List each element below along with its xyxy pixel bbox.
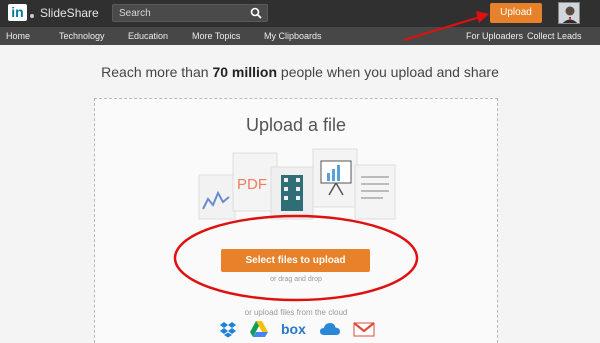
logo-dot-icon xyxy=(30,14,34,18)
document-file-icon xyxy=(354,164,396,220)
linkedin-logo[interactable]: in xyxy=(8,4,27,21)
brand-name[interactable]: SlideShare xyxy=(40,6,99,20)
nav-my-clipboards[interactable]: My Clipboards xyxy=(264,27,322,45)
nav-bar: Home Technology Education More Topics My… xyxy=(0,27,600,45)
box-label: box xyxy=(281,321,306,337)
upload-title: Upload a file xyxy=(245,115,347,135)
headline-text-end: people when you upload and share xyxy=(277,64,499,80)
file-types-illustration: PDF xyxy=(198,148,396,220)
upload-button[interactable]: Upload xyxy=(490,3,542,23)
avatar[interactable] xyxy=(558,2,580,24)
nav-home[interactable]: Home xyxy=(6,27,30,45)
top-bar: in SlideShare Upload xyxy=(0,0,600,27)
onedrive-icon[interactable] xyxy=(319,320,341,338)
nav-education[interactable]: Education xyxy=(128,27,168,45)
upload-dropzone[interactable]: Upload a file PDF Select files to upload… xyxy=(94,98,498,343)
pdf-label: PDF xyxy=(237,176,267,193)
nav-collect-leads[interactable]: Collect Leads xyxy=(527,27,582,45)
pdf-file-icon: PDF xyxy=(232,152,278,212)
gmail-icon[interactable] xyxy=(353,320,375,338)
nav-more-topics[interactable]: More Topics xyxy=(192,27,240,45)
presentation-file-icon xyxy=(312,148,358,208)
select-files-button[interactable]: Select files to upload xyxy=(221,249,370,272)
nav-for-uploaders[interactable]: For Uploaders xyxy=(466,27,523,45)
search-icon[interactable] xyxy=(250,7,262,19)
headline-highlight: 70 million xyxy=(212,64,278,80)
search-input[interactable] xyxy=(119,5,247,21)
drag-drop-hint: or drag and drop xyxy=(270,276,322,283)
headline: Reach more than 70 million people when y… xyxy=(0,64,600,80)
cloud-services: box xyxy=(215,320,385,340)
cloud-upload-hint: or upload files from the cloud xyxy=(244,308,348,317)
search-box xyxy=(112,4,268,22)
box-icon[interactable]: box xyxy=(281,320,307,338)
google-drive-icon[interactable] xyxy=(249,320,269,338)
dropbox-icon[interactable] xyxy=(219,320,237,338)
headline-text: Reach more than xyxy=(101,64,213,80)
chart-file-icon xyxy=(198,174,236,220)
user-avatar-icon xyxy=(559,3,579,23)
video-file-icon xyxy=(270,166,314,220)
nav-technology[interactable]: Technology xyxy=(59,27,105,45)
